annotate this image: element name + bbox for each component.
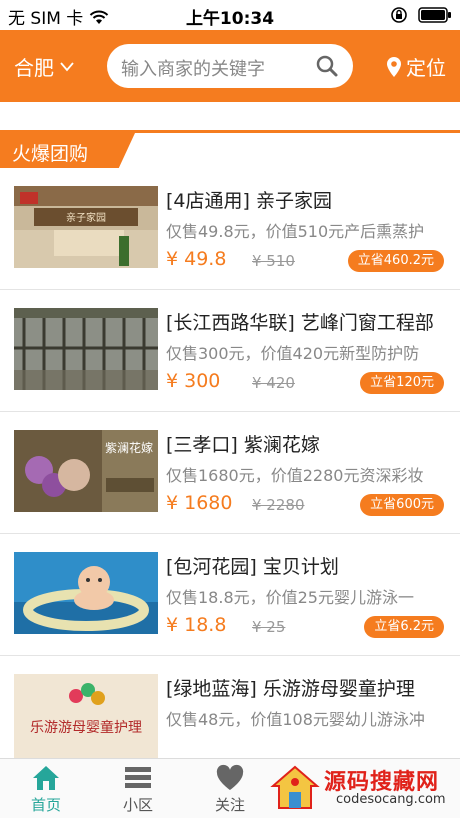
deal-title: [4店通用] 亲子家园 bbox=[166, 190, 332, 212]
deal-price: ¥ 1680 bbox=[166, 492, 233, 514]
thumb-sign: 亲子家园 bbox=[66, 211, 106, 224]
deal-title: [绿地蓝海] 乐游游母婴童护理 bbox=[166, 678, 415, 700]
status-right bbox=[390, 6, 452, 24]
city-name: 合肥 bbox=[14, 56, 54, 80]
tab-label: 首页 bbox=[30, 796, 61, 814]
deal-title: [包河花园] 宝贝计划 bbox=[166, 556, 339, 578]
section-title: 火爆团购 bbox=[12, 143, 89, 165]
search-input[interactable]: 输入商家的关键字 bbox=[107, 44, 353, 88]
search-placeholder: 输入商家的关键字 bbox=[121, 59, 265, 80]
deal-description: 仅售48元，价值108元婴幼儿游泳冲 bbox=[166, 710, 425, 729]
thumb-sign: 乐游游母婴童护理 bbox=[30, 719, 142, 736]
deal-price: ¥ 49.8 bbox=[166, 248, 227, 270]
top-header: 合肥 输入商家的关键字 定位 bbox=[0, 30, 460, 102]
deal-thumbnail bbox=[14, 308, 158, 390]
locate-label: 定位 bbox=[406, 56, 446, 80]
deal-thumbnail: 乐游游母婴童护理 bbox=[14, 674, 158, 758]
deal-thumbnail bbox=[14, 552, 158, 634]
deal-savings-badge: 立省460.2元 bbox=[347, 250, 444, 272]
tab-home[interactable]: 首页 bbox=[0, 759, 92, 818]
city-selector[interactable]: 合肥 bbox=[14, 52, 74, 81]
deal-item[interactable]: 亲子家园 [4店通用] 亲子家园 仅售49.8元，价值510元产后熏蒸护 ¥ 4… bbox=[0, 168, 460, 290]
deal-title: [长江西路华联] 艺峰门窗工程部 bbox=[166, 312, 434, 334]
thumb-sign: 紫澜花嫁 bbox=[105, 440, 153, 455]
tab-favorites[interactable]: 关注 bbox=[184, 759, 276, 818]
deal-thumbnail: 亲子家园 bbox=[14, 186, 158, 268]
tab-label: 关注 bbox=[214, 796, 245, 814]
deal-item[interactable]: 乐游游母婴童护理 [绿地蓝海] 乐游游母婴童护理 仅售48元，价值108元婴幼儿… bbox=[0, 656, 460, 758]
house-logo-icon bbox=[270, 765, 320, 809]
watermark: 源码搜藏网 codesocang.com bbox=[264, 758, 460, 818]
deal-original-price: ¥ 25 bbox=[252, 618, 286, 636]
deal-original-price: ¥ 510 bbox=[252, 252, 295, 270]
deal-savings-badge: 立省120元 bbox=[360, 372, 444, 394]
status-bar: 无 SIM 卡 上午10:34 bbox=[0, 0, 460, 30]
deal-price: ¥ 18.8 bbox=[166, 614, 227, 636]
deal-original-price: ¥ 420 bbox=[252, 374, 295, 392]
tab-community[interactable]: 小区 bbox=[92, 759, 184, 818]
search-icon[interactable] bbox=[315, 54, 339, 78]
deal-item[interactable]: 紫澜花嫁 [三孝口] 紫澜花嫁 仅售1680元，价值2280元资深彩妆 ¥ 16… bbox=[0, 412, 460, 534]
deal-description: 仅售18.8元，价值25元婴儿游泳一 bbox=[166, 588, 414, 607]
deal-price: ¥ 300 bbox=[166, 370, 221, 392]
rotation-lock-icon bbox=[391, 7, 407, 23]
heart-icon bbox=[216, 764, 244, 790]
list-icon bbox=[125, 767, 151, 788]
deal-item[interactable]: [包河花园] 宝贝计划 仅售18.8元，价值25元婴儿游泳一 ¥ 18.8 ¥ … bbox=[0, 534, 460, 656]
deal-item[interactable]: [长江西路华联] 艺峰门窗工程部 仅售300元，价值420元新型防护防 ¥ 30… bbox=[0, 290, 460, 412]
locate-button[interactable]: 定位 bbox=[386, 52, 446, 81]
deal-thumbnail: 紫澜花嫁 bbox=[14, 430, 158, 512]
section-header: 火爆团购 bbox=[0, 130, 460, 168]
chevron-down-icon bbox=[60, 61, 74, 71]
deal-description: 仅售300元，价值420元新型防护防 bbox=[166, 344, 420, 363]
tab-label: 小区 bbox=[122, 796, 153, 814]
deal-savings-badge: 立省600元 bbox=[360, 494, 444, 516]
deal-savings-badge: 立省6.2元 bbox=[364, 616, 444, 638]
deal-description: 仅售49.8元，价值510元产后熏蒸护 bbox=[166, 222, 425, 241]
deal-description: 仅售1680元，价值2280元资深彩妆 bbox=[166, 466, 424, 485]
location-pin-icon bbox=[387, 56, 401, 77]
deal-original-price: ¥ 2280 bbox=[252, 496, 305, 514]
battery-icon bbox=[418, 7, 451, 23]
watermark-url: codesocang.com bbox=[336, 792, 446, 807]
deal-title: [三孝口] 紫澜花嫁 bbox=[166, 434, 320, 456]
home-icon bbox=[33, 766, 59, 790]
